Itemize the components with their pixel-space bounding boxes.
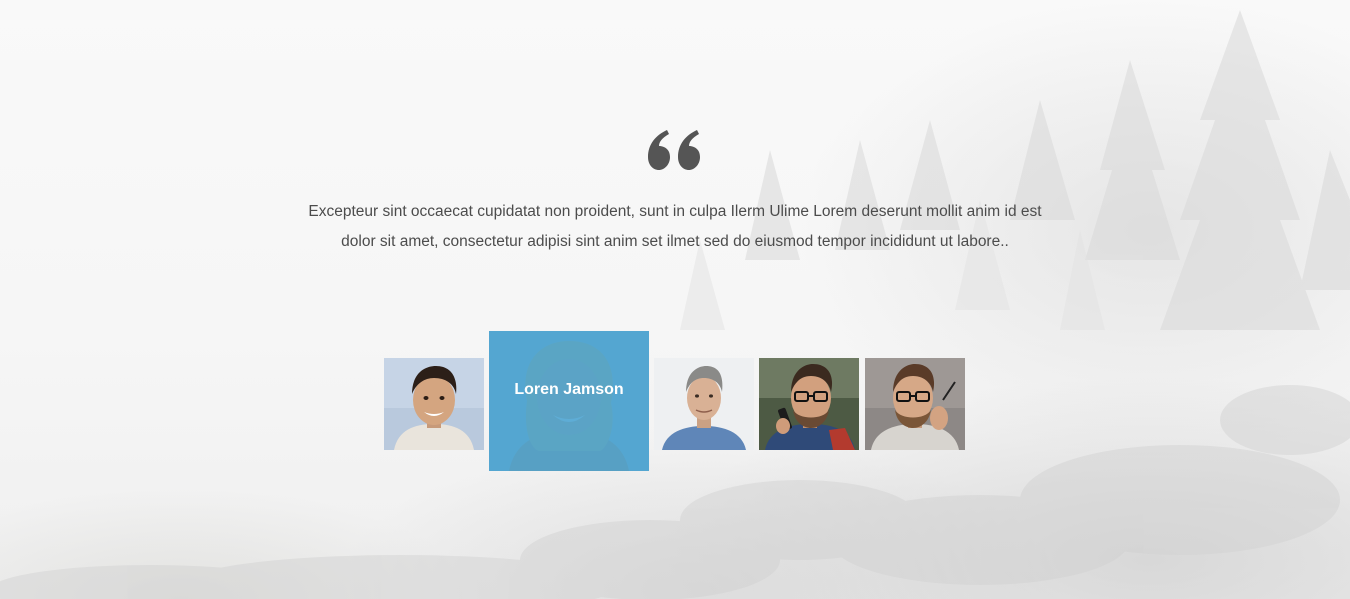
avatar-5[interactable] [865,358,965,450]
avatar-3[interactable] [654,358,754,450]
testimonial-section: Excepteur sint occaecat cupidatat non pr… [0,130,1350,257]
testimonial-text: Excepteur sint occaecat cupidatat non pr… [308,203,1042,250]
avatar-2-active[interactable]: Loren Jamson [489,331,649,471]
quote-left-icon [648,130,702,176]
active-avatar-overlay: Loren Jamson [489,331,649,471]
avatar-4[interactable] [759,358,859,450]
avatar-1[interactable] [384,358,484,450]
active-person-name: Loren Jamson [514,381,624,398]
forest-background [0,0,1350,599]
